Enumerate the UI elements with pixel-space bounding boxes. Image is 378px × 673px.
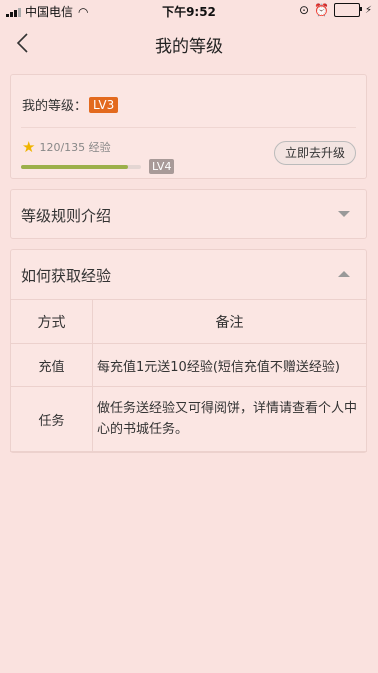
level-row: 我的等级： LV3 [22,95,119,114]
divider [21,127,356,128]
table-row: 充值 每充值1元送10经验(短信充值不赠送经验) [10,343,367,387]
exp-section: 如何获取经验 方式 备注 充值 每充值1元送10经验(短信充值不赠送经验) 任务… [10,249,367,453]
exp-row: ★ 120/135 经验 [22,139,111,155]
table-cell-method: 充值 [10,343,93,387]
page-title: 我的等级 [155,37,223,57]
table-row: 任务 做任务送经验又可得阅饼，详情请查看个人中心的书城任务。 [10,386,367,452]
status-right: ⊙ ⏰ ⚡ [299,3,372,17]
level-card: 我的等级： LV3 ★ 120/135 经验 LV4 立即去升级 [10,74,367,179]
table-cell-method: 任务 [10,386,93,452]
rules-section[interactable]: 等级规则介绍 [10,189,367,239]
charging-icon: ⚡ [364,4,372,16]
table-header: 备注 [92,299,367,344]
chevron-up-icon[interactable] [338,271,350,277]
status-bar: 中国电信 ◠ 下午9:52 ⊙ ⏰ ⚡ [0,0,378,22]
upgrade-button[interactable]: 立即去升级 [273,141,356,165]
current-level-badge: LV3 [89,96,119,113]
rules-section-title: 等级规则介绍 [21,207,112,225]
next-level-badge: LV4 [149,159,175,174]
exp-progress-fill [21,165,128,169]
exp-section-title[interactable]: 如何获取经验 [21,265,111,286]
table-cell-note: 每充值1元送10经验(短信充值不赠送经验) [92,343,367,387]
chevron-down-icon [338,211,350,217]
level-label: 我的等级： [22,99,88,114]
alarm-icon: ⏰ [314,3,329,17]
table-header-row: 方式 备注 [10,299,367,344]
battery-icon [333,3,362,17]
exp-text: 120/135 经验 [39,141,111,154]
exp-table: 方式 备注 充值 每充值1元送10经验(短信充值不赠送经验) 任务 做任务送经验… [10,299,367,452]
table-cell-note: 做任务送经验又可得阅饼，详情请查看个人中心的书城任务。 [92,386,367,452]
star-icon: ★ [22,138,36,156]
nav-bar: 我的等级 [0,22,378,62]
orientation-lock-icon: ⊙ [298,3,310,17]
exp-progress-bar [21,165,141,169]
table-header: 方式 [10,299,93,344]
